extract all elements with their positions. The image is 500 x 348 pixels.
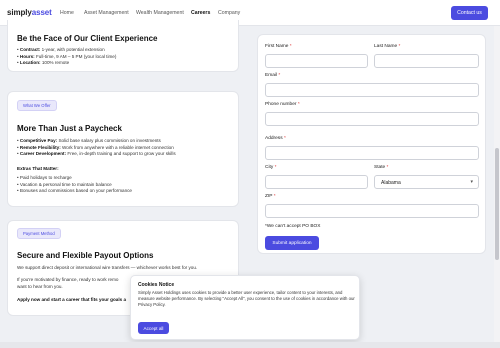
detail-list: • Contract: 1-year, with potential exten…	[17, 47, 116, 67]
first-name-label: First Name *	[265, 44, 292, 49]
section-pill: Payment Method	[17, 228, 61, 239]
paragraph: want to hear from you.	[17, 284, 63, 289]
city-input[interactable]	[265, 175, 368, 189]
address-field[interactable]	[265, 146, 479, 160]
cookie-title: Cookies Notice	[138, 282, 175, 288]
address-label: Address *	[265, 136, 286, 141]
nav-link-home[interactable]: Home	[60, 10, 74, 16]
accept-all-button[interactable]: Accept all	[138, 322, 169, 334]
section-pill: What We Offer	[17, 100, 57, 111]
zip-field[interactable]	[265, 204, 479, 218]
paragraph: If you're motivated by finance, ready to…	[17, 277, 119, 282]
bottom-bar	[0, 342, 500, 348]
last-name-label: Last Name *	[374, 44, 401, 49]
email-field[interactable]	[265, 83, 479, 97]
logo[interactable]: simplyasset	[7, 8, 52, 17]
logo-main: simply	[7, 8, 32, 17]
nav-link-wealth-management[interactable]: Wealth Management	[136, 10, 184, 16]
logo-accent: asset	[31, 8, 52, 17]
nav-link-asset-management[interactable]: Asset Management	[84, 10, 129, 16]
card-title: Be the Face of Our Client Experience	[17, 34, 158, 43]
extras-title: Extras That Matter:	[17, 166, 59, 171]
card-title: Secure and Flexible Payout Options	[17, 251, 154, 260]
list-item: • Bonuses and commissions based on your …	[17, 188, 132, 193]
card-what-we-offer: What We Offer More Than Just a Paycheck …	[7, 91, 239, 207]
list-item: • Location: 100% remote	[17, 60, 70, 65]
po-box-note: *We can't accept PO BOX	[265, 224, 321, 229]
scrollbar-thumb[interactable]	[495, 148, 499, 260]
cookie-notice: Cookies Notice Simply Asset Holdings use…	[130, 275, 360, 340]
email-label: Email *	[265, 73, 281, 78]
card-title: More Than Just a Paycheck	[17, 124, 122, 133]
city-label: City *	[265, 165, 277, 170]
card-position-details: Be the Face of Our Client Experience • C…	[7, 20, 239, 72]
paragraph: We support direct deposit or internation…	[17, 265, 198, 270]
last-name-input[interactable]	[374, 54, 479, 68]
list-item: • Career Development: Free, in-depth tra…	[17, 151, 176, 156]
phone-label: Phone number *	[265, 102, 300, 107]
extras-list: • Paid holidays to recharge • Vacation &…	[17, 175, 132, 195]
paragraph: Apply now and start a career that fits y…	[17, 297, 127, 302]
nav-link-company[interactable]: Company	[218, 10, 240, 16]
submit-application-button[interactable]: Submit application	[265, 236, 319, 250]
benefit-list: • Competitive Pay: Solid base salary plu…	[17, 138, 176, 158]
phone-field[interactable]	[265, 112, 479, 126]
cookie-text: Simply Asset Holdings uses cookies to pr…	[138, 290, 355, 307]
first-name-input[interactable]	[265, 54, 368, 68]
state-label: State *	[374, 165, 389, 170]
state-select[interactable]: Alabama	[374, 175, 479, 189]
nav-link-careers[interactable]: Careers	[191, 10, 210, 16]
zip-label: ZIP *	[265, 194, 276, 199]
contact-us-button[interactable]: Contact us	[451, 6, 488, 20]
